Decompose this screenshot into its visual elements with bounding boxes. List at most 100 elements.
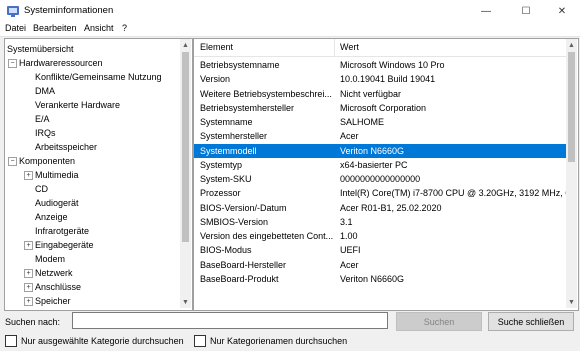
checkbox-category-names[interactable]: Nur Kategorienamen durchsuchen <box>194 335 347 347</box>
table-row[interactable]: BaseBoard-Hersteller Acer <box>194 258 566 272</box>
tree-item-label: IRQs <box>35 128 56 138</box>
table-row[interactable]: Systemhersteller Acer <box>194 129 566 143</box>
cell-element: Betriebsystemname <box>200 60 280 70</box>
checkbox-icon[interactable] <box>5 335 17 347</box>
table-row[interactable]: Version 10.0.19041 Build 19041 <box>194 72 566 86</box>
tree-item-label: Arbeitsspeicher <box>35 142 98 152</box>
table-row[interactable]: Systemtyp x64-basierter PC <box>194 158 566 172</box>
cell-value: Microsoft Corporation <box>340 102 427 113</box>
close-search-button[interactable]: Suche schließen <box>488 312 574 331</box>
details-table[interactable]: Element Wert ▲ ▼ Betriebsystemname Micros… <box>193 38 579 311</box>
tree-item-label: Infrarotgeräte <box>35 226 90 236</box>
tree-vertical-scrollbar[interactable]: ▲ ▼ <box>180 39 191 308</box>
tree-item-label: Modem <box>35 254 66 264</box>
maximize-button[interactable]: ☐ <box>508 0 544 22</box>
menu-datei[interactable]: Datei <box>5 23 26 33</box>
cell-value: Intel(R) Core(TM) i7-8700 CPU @ 3.20GHz,… <box>340 188 566 199</box>
table-row[interactable]: Systemmodell Veriton N6660G <box>194 143 566 158</box>
tree-item-label: Multimedia <box>35 170 79 180</box>
cell-element: Version <box>200 74 231 85</box>
cell-value: SALHOME <box>340 117 385 127</box>
expand-icon[interactable]: + <box>24 241 33 250</box>
table-row[interactable]: System-SKU 0000000000000000 <box>194 172 566 186</box>
scroll-down-icon[interactable]: ▼ <box>180 296 191 308</box>
cell-element: BaseBoard-Produkt <box>200 273 279 284</box>
expand-icon[interactable]: + <box>24 269 33 278</box>
cell-value: Microsoft Windows 10 Pro <box>340 60 445 70</box>
collapse-icon[interactable]: − <box>8 59 17 68</box>
tree-item-label: Netzwerk <box>35 268 73 278</box>
category-tree[interactable]: ▲ ▼ Systemübersicht − Hardwareressourcen Ko… <box>4 38 193 311</box>
expand-icon[interactable]: + <box>24 297 33 306</box>
table-row[interactable]: Betriebsystemname Microsoft Windows 10 Pr… <box>194 58 566 72</box>
cell-element: BIOS-Version/-Datum <box>200 202 287 213</box>
cell-element: SMBIOS-Version <box>200 216 269 227</box>
cell-element: System-SKU <box>200 174 252 184</box>
tree-item-label: Anzeige <box>35 212 68 222</box>
minimize-button[interactable]: — <box>468 0 504 22</box>
menu-ansicht[interactable]: Ansicht <box>84 23 114 33</box>
cell-value: Acer <box>340 131 359 142</box>
column-header-value[interactable]: Wert <box>340 39 566 57</box>
table-row[interactable]: BIOS-Modus UEFI <box>194 243 566 257</box>
checkbox-selected-category-label: Nur ausgewählte Kategorie durchsuchen <box>21 336 184 346</box>
tree-item-label: E/A <box>35 114 50 124</box>
checkbox-category-names-label: Nur Kategorienamen durchsuchen <box>210 336 348 346</box>
tree-item-label: Anschlüsse <box>35 282 82 292</box>
table-scroll-thumb[interactable] <box>568 52 575 162</box>
checkbox-icon[interactable] <box>194 335 206 347</box>
table-row[interactable]: Systemname SALHOME <box>194 115 566 129</box>
column-header-element[interactable]: Element <box>200 39 330 57</box>
cell-value: 10.0.19041 Build 19041 <box>340 74 436 85</box>
cell-element: Systemtyp <box>200 159 243 170</box>
table-row[interactable]: Weitere Betriebsystembeschrei... Nicht ve… <box>194 87 566 101</box>
table-row[interactable]: BaseBoard-Produkt Veriton N6660G <box>194 272 566 286</box>
cell-value: Acer <box>340 259 359 270</box>
cell-value: UEFI <box>340 245 361 256</box>
menu-bar: Datei Bearbeiten Ansicht ? <box>0 22 580 37</box>
cell-value: 1.00 <box>340 231 358 241</box>
search-label: Suchen nach: <box>5 317 61 327</box>
cell-element: Betriebsystemhersteller <box>200 102 295 113</box>
tree-scroll-thumb[interactable] <box>182 52 189 242</box>
search-input[interactable] <box>72 312 388 329</box>
menu-bearbeiten[interactable]: Bearbeiten <box>33 23 77 33</box>
table-row[interactable]: SMBIOS-Version 3.1 <box>194 215 566 229</box>
table-row[interactable]: BIOS-Version/-Datum Acer R01-B1, 25.02.20… <box>194 201 566 215</box>
window-title: Systeminformationen <box>24 5 114 16</box>
tree-item-label: Systemübersicht <box>7 44 74 54</box>
cell-element: Systemname <box>200 117 253 127</box>
cell-value: Acer R01-B1, 25.02.2020 <box>340 202 442 213</box>
cell-element: Prozessor <box>200 188 241 199</box>
column-divider[interactable] <box>334 39 335 56</box>
cell-value: x64-basierter PC <box>340 159 408 170</box>
table-vertical-scrollbar[interactable]: ▲ ▼ <box>566 39 577 308</box>
scroll-down-icon[interactable]: ▼ <box>566 296 577 308</box>
expand-icon[interactable]: + <box>24 171 33 180</box>
tree-item-label: CD <box>35 184 48 194</box>
cell-value: Veriton N6660G <box>340 273 405 284</box>
menu-help[interactable]: ? <box>122 23 127 33</box>
scroll-up-icon[interactable]: ▲ <box>566 39 577 51</box>
checkbox-selected-category[interactable]: Nur ausgewählte Kategorie durchsuchen <box>5 335 184 347</box>
search-button[interactable]: Suchen <box>396 312 482 331</box>
table-row[interactable]: Version des eingebetteten Cont... 1.00 <box>194 229 566 243</box>
cell-value: Veriton N6660G <box>340 145 405 156</box>
cell-element: Weitere Betriebsystembeschrei... <box>200 88 332 99</box>
tree-item-label: Komponenten <box>19 156 76 166</box>
tree-item-label: Audiogerät <box>35 198 79 208</box>
expand-icon[interactable]: + <box>24 283 33 292</box>
header-divider <box>194 56 566 57</box>
cell-element: Version des eingebetteten Cont... <box>200 231 334 241</box>
table-row[interactable]: Prozessor Intel(R) Core(TM) i7-8700 CPU @… <box>194 186 566 200</box>
collapse-icon[interactable]: − <box>8 157 17 166</box>
table-row[interactable]: Betriebsystemhersteller Microsoft Corpora… <box>194 101 566 115</box>
tree-item-label: DMA <box>35 86 55 96</box>
tree-item-label: Verankerte Hardware <box>35 100 121 110</box>
close-button[interactable]: ✕ <box>544 0 580 22</box>
cell-value: Nicht verfügbar <box>340 88 402 99</box>
cell-value: 0000000000000000 <box>340 174 421 184</box>
tree-item-label: Speicher <box>35 296 71 306</box>
cell-element: Systemhersteller <box>200 131 268 142</box>
scroll-up-icon[interactable]: ▲ <box>180 39 191 51</box>
